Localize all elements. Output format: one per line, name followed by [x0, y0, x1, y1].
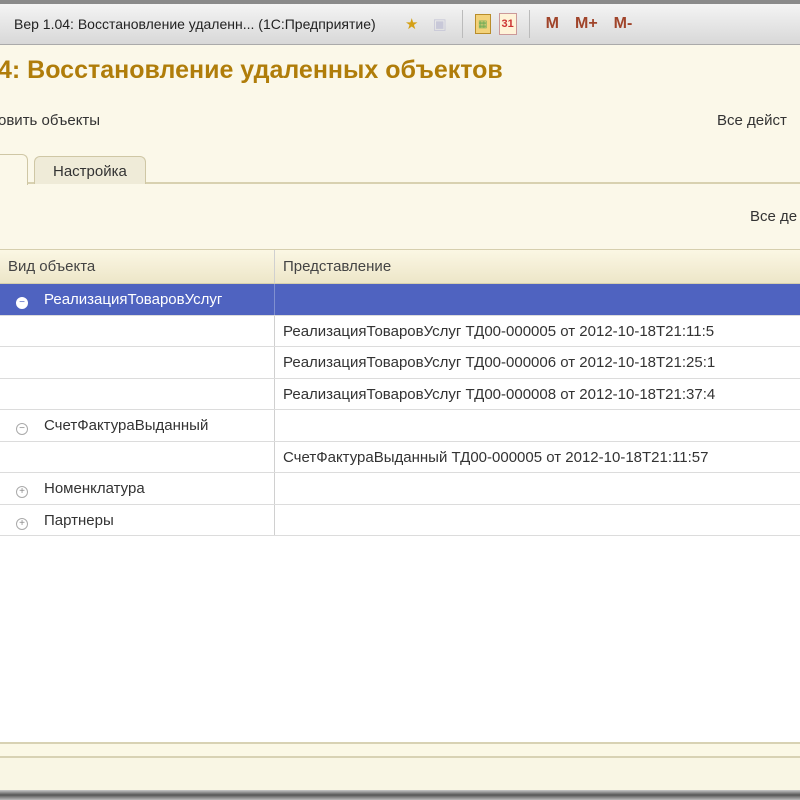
- collapse-icon[interactable]: −: [16, 423, 28, 435]
- table-row[interactable]: РеализацияТоваровУслуг ТД00-000005 от 20…: [0, 315, 800, 347]
- cell-representation: [275, 284, 800, 315]
- window-titlebar: Вер 1.04: Восстановление удаленн... (1С:…: [0, 0, 800, 45]
- bottom-divider: [0, 742, 800, 758]
- deleted-objects-tree[interactable]: Вид объекта Представление − РеализацияТов…: [0, 249, 800, 742]
- column-header-representation[interactable]: Представление: [275, 250, 800, 283]
- cell-object-kind: + Партнеры: [0, 504, 275, 535]
- tab-main[interactable]: [0, 154, 28, 185]
- cell-object-kind: [0, 378, 275, 409]
- object-kind-label: СчетФактураВыданный: [44, 417, 209, 434]
- toolbar-divider: [461, 10, 463, 38]
- table-row[interactable]: + Номенклатура: [0, 473, 800, 505]
- toolbar-divider: [528, 10, 530, 38]
- page-title: 4: Восстановление удаленных объектов: [0, 56, 503, 84]
- window-title: Вер 1.04: Восстановление удаленн... (1С:…: [14, 16, 376, 32]
- table-row[interactable]: + Партнеры: [0, 504, 800, 536]
- table-row[interactable]: РеализацияТоваровУслуг ТД00-000008 от 20…: [0, 378, 800, 410]
- cell-representation: [275, 473, 800, 504]
- tab-bar: Настройка: [0, 154, 800, 185]
- expand-icon[interactable]: +: [16, 486, 28, 498]
- cell-object-kind: − РеализацияТоваровУслуг: [0, 284, 275, 315]
- cell-object-kind: + Номенклатура: [0, 473, 275, 504]
- tab-settings[interactable]: Настройка: [34, 156, 146, 184]
- memory-plus-button[interactable]: M+: [575, 15, 598, 33]
- cell-representation: РеализацияТоваровУслуг ТД00-000005 от 20…: [283, 322, 715, 340]
- cell-object-kind: [0, 315, 275, 346]
- window-bottom-border: [0, 790, 800, 800]
- calculator-icon[interactable]: ▦: [474, 14, 491, 34]
- object-kind-label: Партнеры: [44, 511, 114, 529]
- memory-minus-button[interactable]: M-: [614, 15, 633, 33]
- table-header: Вид объекта Представление: [0, 250, 800, 284]
- cell-object-kind: − СчетФактураВыданный: [0, 410, 275, 441]
- cell-representation: РеализацияТоваровУслуг ТД00-000006 от 20…: [283, 354, 716, 371]
- cell-representation: СчетФактураВыданный ТД00-000005 от 2012-…: [283, 448, 709, 466]
- all-actions-button[interactable]: Все дейст: [717, 112, 787, 129]
- status-area: [0, 758, 800, 790]
- memory-m-button[interactable]: M: [546, 15, 559, 33]
- column-header-object-kind[interactable]: Вид объекта: [0, 250, 275, 283]
- table-row[interactable]: − РеализацияТоваровУслуг: [0, 284, 800, 316]
- table-row[interactable]: РеализацияТоваровУслуг ТД00-000006 от 20…: [0, 347, 800, 379]
- table-row[interactable]: СчетФактураВыданный ТД00-000005 от 2012-…: [0, 441, 800, 473]
- cell-representation: [275, 410, 800, 441]
- table-row[interactable]: − СчетФактураВыданный: [0, 410, 800, 442]
- cell-representation: [275, 505, 800, 536]
- bookmark-icon[interactable]: ▣: [430, 13, 450, 35]
- calendar-icon[interactable]: 31: [498, 13, 517, 35]
- table-all-actions-button[interactable]: Все де: [750, 208, 797, 225]
- favorites-star-icon[interactable]: ★: [402, 13, 422, 35]
- cell-representation: РеализацияТоваровУслуг ТД00-000008 от 20…: [283, 385, 716, 403]
- cell-object-kind: [0, 347, 275, 378]
- cell-object-kind: [0, 441, 275, 472]
- restore-objects-button[interactable]: овить объекты: [0, 112, 100, 129]
- object-kind-label: Номенклатура: [44, 480, 145, 497]
- collapse-icon[interactable]: −: [16, 297, 28, 309]
- expand-icon[interactable]: +: [16, 517, 28, 530]
- object-kind-label: РеализацияТоваровУслуг: [44, 291, 223, 308]
